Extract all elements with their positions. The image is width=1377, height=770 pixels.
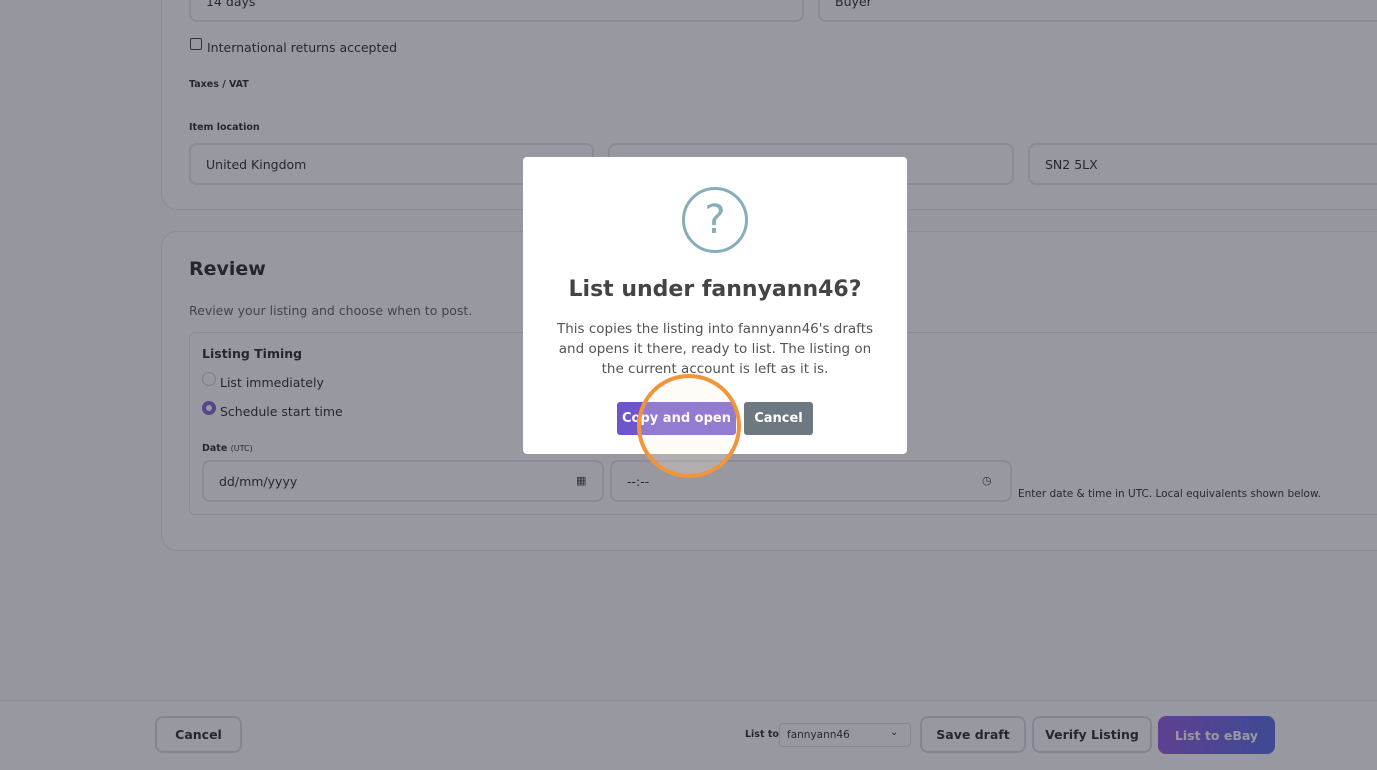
dialog-cancel-label: Cancel (754, 411, 803, 426)
dialog-message: This copies the listing into fannyann46'… (556, 321, 874, 377)
question-glyph: ? (704, 197, 726, 243)
dialog-title: List under fannyann46? (568, 277, 862, 302)
listing-editor-page: 14 days Buyer International returns acce… (0, 0, 1377, 770)
click-indicator-ring (637, 374, 741, 478)
dialog-cancel-button[interactable]: Cancel (744, 402, 813, 435)
question-icon: ? (682, 187, 748, 253)
